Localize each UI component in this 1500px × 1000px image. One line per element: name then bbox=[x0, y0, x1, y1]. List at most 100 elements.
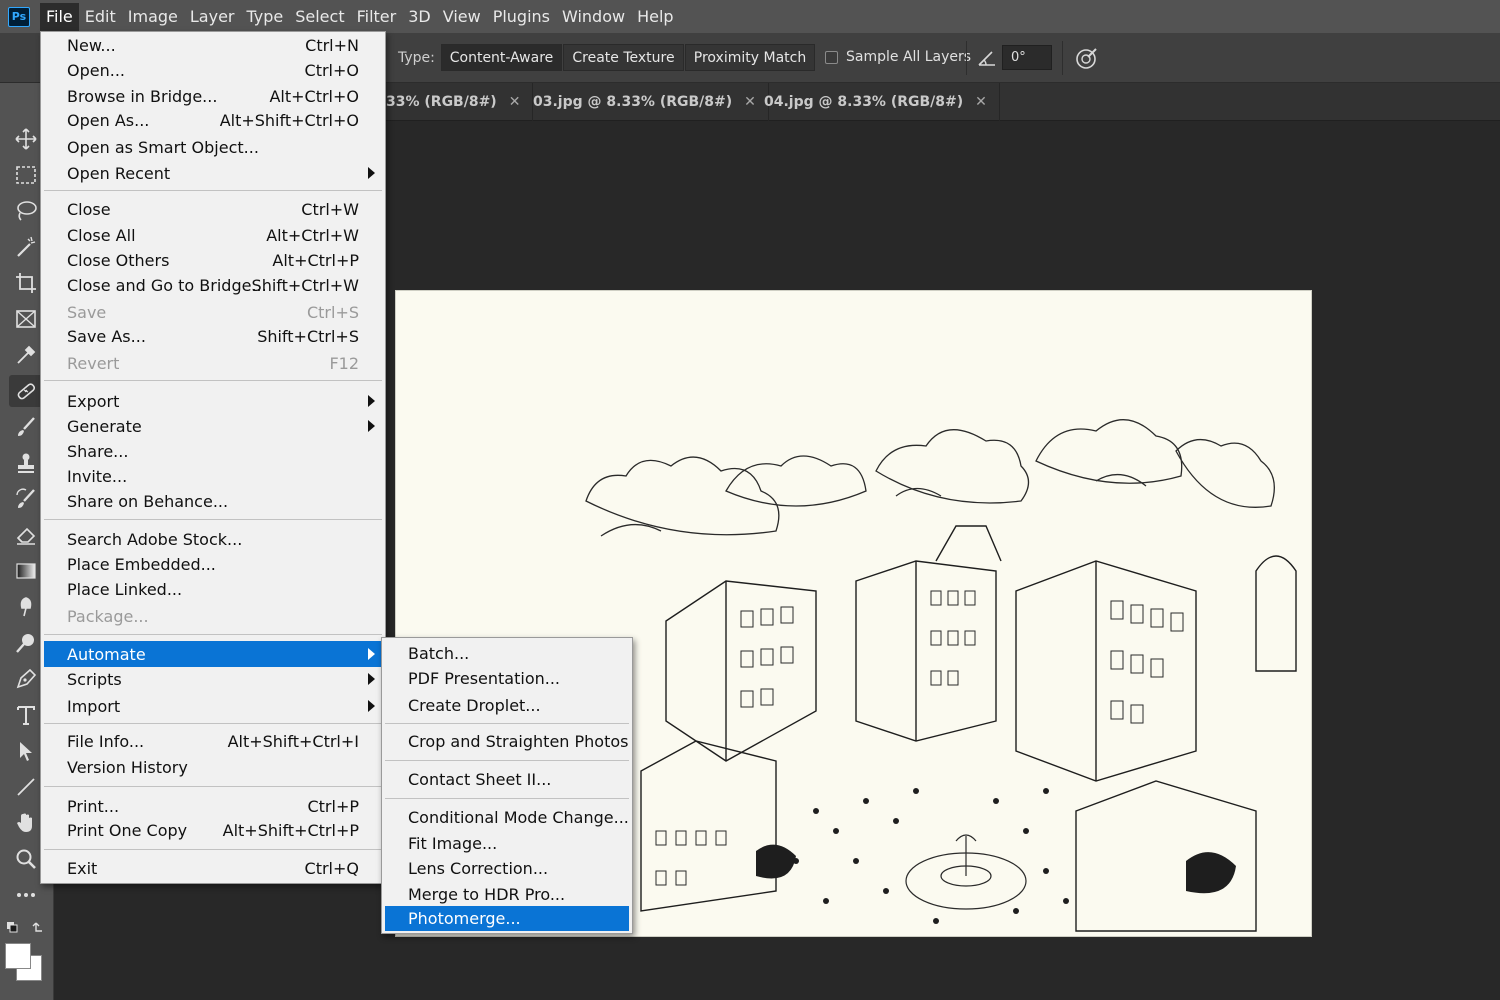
sample-all-layers-option[interactable]: Sample All Layers bbox=[825, 49, 971, 65]
menu-item-browse-in-bridge[interactable]: Browse in Bridge... Alt+Ctrl+O bbox=[44, 83, 382, 109]
menu-item-label: Batch... bbox=[408, 643, 470, 663]
history-brush-tool-icon[interactable] bbox=[9, 483, 43, 515]
menu-item-scripts[interactable]: Scripts bbox=[44, 666, 382, 692]
menu-plugins[interactable]: Plugins bbox=[487, 3, 556, 31]
pen-tool-icon[interactable] bbox=[9, 663, 43, 695]
menu-item-close[interactable]: Close Ctrl+W bbox=[44, 196, 382, 222]
menu-item-import[interactable]: Import bbox=[44, 693, 382, 719]
marquee-tool-icon[interactable] bbox=[9, 159, 43, 191]
menu-layer[interactable]: Layer bbox=[184, 3, 241, 31]
menu-item-crop-straighten[interactable]: Crop and Straighten Photos bbox=[385, 728, 629, 754]
tab-document-1[interactable]: 33% (RGB/8#) ✕ bbox=[374, 83, 534, 121]
menu-select[interactable]: Select bbox=[289, 3, 350, 31]
menu-item-share[interactable]: Share... bbox=[44, 438, 382, 464]
menu-divider bbox=[385, 723, 629, 724]
menu-item-shortcut: Ctrl+P bbox=[307, 796, 359, 816]
frame-tool-icon[interactable] bbox=[9, 303, 43, 335]
menu-item-close-go-bridge[interactable]: Close and Go to Bridge... Shift+Ctrl+W bbox=[44, 272, 382, 298]
magic-wand-tool-icon[interactable] bbox=[9, 231, 43, 263]
menu-item-label: Save bbox=[67, 302, 107, 322]
menu-item-batch[interactable]: Batch... bbox=[385, 640, 629, 666]
angle-input[interactable]: 0° bbox=[1002, 45, 1052, 70]
eyedropper-tool-icon[interactable] bbox=[9, 339, 43, 371]
sample-all-layers-checkbox[interactable] bbox=[825, 50, 838, 64]
menu-item-open[interactable]: Open... Ctrl+O bbox=[44, 57, 382, 83]
submenu-arrow-icon bbox=[368, 395, 375, 407]
move-tool-icon[interactable] bbox=[9, 123, 43, 155]
menu-item-invite[interactable]: Invite... bbox=[44, 463, 382, 489]
menu-item-export[interactable]: Export bbox=[44, 388, 382, 414]
menu-item-file-info[interactable]: File Info... Alt+Shift+Ctrl+I bbox=[44, 728, 382, 754]
menu-3d[interactable]: 3D bbox=[402, 3, 437, 31]
menu-item-place-embedded[interactable]: Place Embedded... bbox=[44, 551, 382, 577]
menu-item-version-history[interactable]: Version History bbox=[44, 754, 382, 780]
menu-file[interactable]: File bbox=[40, 2, 79, 31]
menu-item-save-as[interactable]: Save As... Shift+Ctrl+S bbox=[44, 323, 382, 349]
menu-item-close-others[interactable]: Close Others Alt+Ctrl+P bbox=[44, 247, 382, 273]
menu-item-lens-correction[interactable]: Lens Correction... bbox=[385, 855, 629, 881]
menu-edit[interactable]: Edit bbox=[79, 3, 122, 31]
menu-bar: Ps File Edit Image Layer Type Select Fil… bbox=[0, 0, 1500, 33]
menu-item-label: Print... bbox=[67, 796, 120, 816]
menu-item-open-recent[interactable]: Open Recent bbox=[44, 160, 382, 186]
menu-item-contact-sheet[interactable]: Contact Sheet II... bbox=[385, 766, 629, 792]
menu-item-pdf-presentation[interactable]: PDF Presentation... bbox=[385, 665, 629, 691]
menu-image[interactable]: Image bbox=[122, 3, 184, 31]
menu-item-fit-image[interactable]: Fit Image... bbox=[385, 830, 629, 856]
create-texture-button[interactable]: Create Texture bbox=[563, 44, 684, 71]
pressure-size-icon[interactable] bbox=[1074, 45, 1100, 71]
menu-item-close-all[interactable]: Close All Alt+Ctrl+W bbox=[44, 222, 382, 248]
submenu-arrow-icon bbox=[368, 420, 375, 432]
gradient-tool-icon[interactable] bbox=[9, 555, 43, 587]
menu-item-conditional-mode-change[interactable]: Conditional Mode Change... bbox=[385, 804, 629, 830]
menu-item-exit[interactable]: Exit Ctrl+Q bbox=[44, 855, 382, 881]
menu-type[interactable]: Type bbox=[240, 3, 289, 31]
menu-help[interactable]: Help bbox=[631, 3, 679, 31]
menu-item-automate[interactable]: Automate bbox=[44, 641, 382, 667]
menu-item-place-linked[interactable]: Place Linked... bbox=[44, 576, 382, 602]
content-aware-button[interactable]: Content-Aware bbox=[441, 44, 562, 71]
brush-tool-icon[interactable] bbox=[9, 411, 43, 443]
menu-item-open-as[interactable]: Open As... Alt+Shift+Ctrl+O bbox=[44, 107, 382, 133]
tab-document-3[interactable]: 04.jpg @ 8.33% (RGB/8#) ✕ bbox=[752, 83, 1000, 121]
eraser-tool-icon[interactable] bbox=[9, 519, 43, 551]
more-tools-icon[interactable] bbox=[9, 879, 43, 911]
menu-item-label: Open... bbox=[67, 60, 125, 80]
hand-tool-icon[interactable] bbox=[9, 807, 43, 839]
lasso-tool-icon[interactable] bbox=[9, 195, 43, 227]
menu-item-new[interactable]: New... Ctrl+N bbox=[44, 32, 382, 58]
menu-view[interactable]: View bbox=[437, 3, 487, 31]
angle-icon bbox=[978, 51, 995, 66]
menu-item-print[interactable]: Print... Ctrl+P bbox=[44, 793, 382, 819]
zoom-tool-icon[interactable] bbox=[9, 843, 43, 875]
tab-document-2[interactable]: 03.jpg @ 8.33% (RGB/8#) ✕ bbox=[521, 83, 769, 121]
dodge-tool-icon[interactable] bbox=[9, 627, 43, 659]
menu-item-print-one-copy[interactable]: Print One Copy Alt+Shift+Ctrl+P bbox=[44, 817, 382, 843]
healing-brush-tool-icon[interactable] bbox=[9, 375, 43, 407]
menu-item-generate[interactable]: Generate bbox=[44, 413, 382, 439]
menu-item-label: Package... bbox=[67, 606, 149, 626]
smudge-tool-icon[interactable] bbox=[9, 591, 43, 623]
menu-item-merge-hdr-pro[interactable]: Merge to HDR Pro... bbox=[385, 881, 629, 907]
menu-item-label: Close bbox=[67, 199, 111, 219]
close-icon[interactable]: ✕ bbox=[509, 94, 521, 110]
path-selection-tool-icon[interactable] bbox=[9, 735, 43, 767]
menu-item-share-behance[interactable]: Share on Behance... bbox=[44, 488, 382, 514]
menu-item-open-smart-object[interactable]: Open as Smart Object... bbox=[44, 134, 382, 160]
menu-filter[interactable]: Filter bbox=[351, 3, 403, 31]
menu-item-create-droplet[interactable]: Create Droplet... bbox=[385, 692, 629, 718]
close-icon[interactable]: ✕ bbox=[975, 94, 987, 110]
menu-item-photomerge[interactable]: Photomerge... bbox=[385, 906, 629, 931]
foreground-color-swatch[interactable] bbox=[5, 943, 31, 969]
menu-window[interactable]: Window bbox=[556, 3, 631, 31]
clone-stamp-tool-icon[interactable] bbox=[9, 447, 43, 479]
tab-title: 33% (RGB/8#) bbox=[386, 94, 497, 110]
line-tool-icon[interactable] bbox=[9, 771, 43, 803]
crop-tool-icon[interactable] bbox=[9, 267, 43, 299]
type-tool-icon[interactable] bbox=[9, 699, 43, 731]
menu-item-search-adobe-stock[interactable]: Search Adobe Stock... bbox=[44, 526, 382, 552]
automate-submenu: Batch... PDF Presentation... Create Drop… bbox=[381, 637, 633, 934]
proximity-match-button[interactable]: Proximity Match bbox=[685, 44, 815, 71]
menu-item-revert: Revert F12 bbox=[44, 350, 382, 376]
default-colors-swap-icon[interactable] bbox=[6, 919, 46, 939]
